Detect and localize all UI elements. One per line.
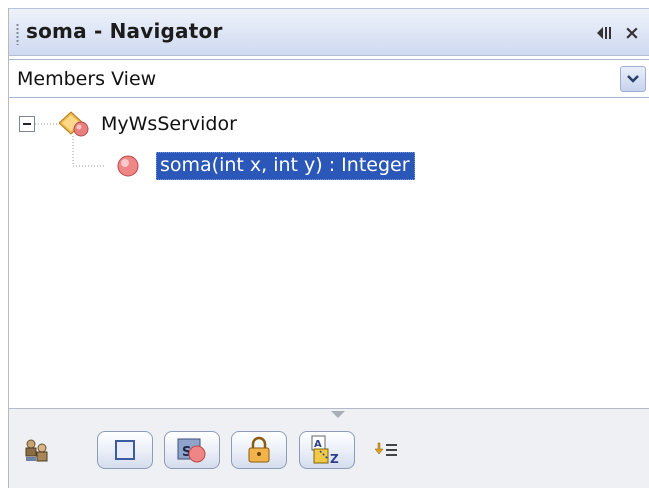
svg-text:Z: Z (330, 452, 339, 465)
show-fields-icon (115, 440, 135, 460)
show-static-icon: S (177, 438, 206, 463)
toolbar-collapse-handle-icon[interactable] (331, 411, 345, 418)
close-button[interactable]: × (623, 23, 641, 43)
show-fields-button[interactable] (97, 431, 153, 469)
tree-node-root[interactable]: MyWsServidor (19, 110, 237, 138)
view-selector-value: Members View (17, 68, 157, 90)
collapse-toggle-icon[interactable] (19, 116, 35, 132)
tree-node-method-label: soma(int x, int y) : Integer (156, 152, 415, 180)
class-icon (59, 111, 89, 137)
tree-node-method[interactable]: soma(int x, int y) : Integer (19, 152, 415, 180)
show-non-public-button[interactable] (231, 431, 287, 469)
method-icon (117, 155, 139, 177)
title-bar[interactable]: soma - Navigator × (9, 8, 649, 56)
minimize-window-button[interactable] (593, 23, 615, 43)
svg-text:A: A (314, 439, 322, 450)
view-selector-dropdown[interactable]: Members View (9, 59, 649, 98)
sort-by-source-icon (374, 442, 397, 456)
chevron-down-icon (627, 75, 639, 83)
inherited-members-button[interactable] (21, 437, 53, 465)
members-tree[interactable]: MyWsServidor soma(int x, int y) : Intege… (9, 98, 649, 416)
window-title: soma - Navigator (26, 19, 223, 43)
show-static-button[interactable]: S (164, 431, 220, 469)
inherited-members-icon (25, 439, 48, 462)
sort-alphabetical-icon: A Z (311, 435, 339, 465)
filter-toolbar: S A Z (9, 408, 649, 488)
tree-node-root-label: MyWsServidor (101, 113, 237, 135)
close-icon: × (624, 22, 640, 44)
sort-by-source-button[interactable] (371, 437, 403, 465)
sort-by-name-button[interactable]: A Z (299, 431, 355, 469)
dropdown-arrow-button[interactable] (620, 66, 646, 92)
navigator-window: soma - Navigator × Members View MyWsServ… (8, 8, 649, 488)
drag-grip-icon[interactable] (16, 23, 19, 45)
minimize-icon (597, 27, 611, 39)
lock-icon (248, 436, 270, 463)
